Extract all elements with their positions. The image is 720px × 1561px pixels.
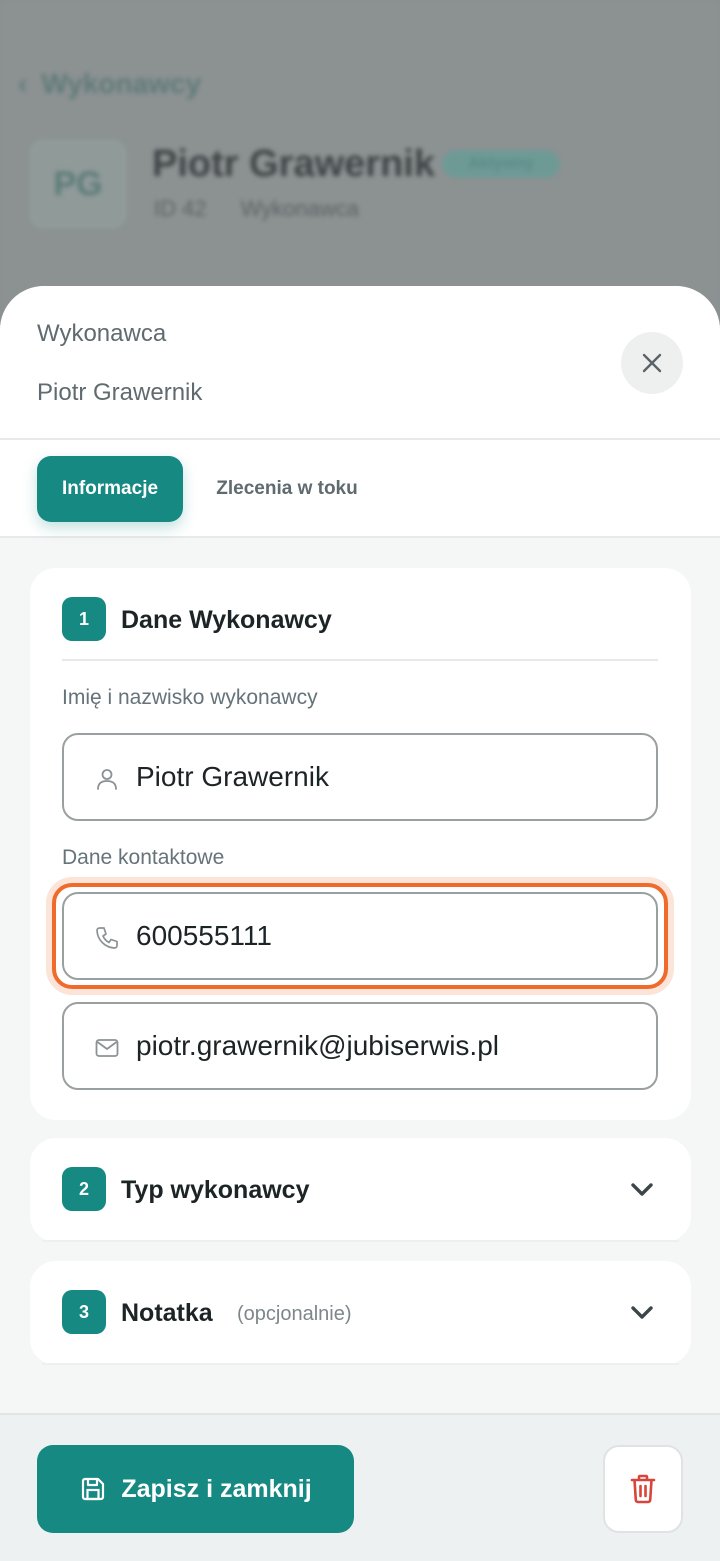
section-title: Typ wykonawcy — [121, 1176, 310, 1204]
user-icon — [97, 769, 117, 790]
name-input[interactable] — [136, 735, 636, 819]
step-number: 3 — [62, 1290, 106, 1334]
name-field[interactable] — [62, 733, 658, 821]
email-input[interactable] — [136, 1004, 636, 1088]
bottom-sheet: Wykonawca Piotr Grawernik Informacje Zle… — [0, 286, 720, 1561]
section-typ-wykonawcy[interactable]: 2 Typ wykonawcy — [30, 1138, 691, 1242]
tab-bar: Informacje Zlecenia w toku — [0, 440, 720, 538]
sheet-name: Piotr Grawernik — [37, 379, 203, 406]
contact-field-label: Dane kontaktowe — [62, 846, 225, 869]
meta-role: Wykonawca — [240, 196, 359, 221]
sheet-header: Wykonawca Piotr Grawernik — [0, 286, 720, 440]
phone-field[interactable] — [62, 892, 658, 980]
back-link: ‹ Wykonawcy — [18, 68, 201, 100]
chevron-down-icon — [631, 1183, 653, 1196]
section-title: Dane Wykonawcy — [121, 606, 332, 634]
tab-zlecenia-w-toku[interactable]: Zlecenia w toku — [196, 456, 378, 522]
trash-icon — [630, 1474, 656, 1504]
section-title: Notatka — [121, 1299, 213, 1327]
save-and-close-button[interactable]: Zapisz i zamknij — [37, 1445, 354, 1533]
delete-button[interactable] — [603, 1445, 683, 1533]
chevron-left-icon: ‹ — [18, 68, 28, 99]
background-meta: ID 42 Wykonawca — [154, 196, 359, 222]
email-field[interactable] — [62, 1002, 658, 1090]
close-icon — [642, 353, 662, 373]
meta-id: ID 42 — [154, 196, 207, 221]
mail-icon — [95, 1039, 119, 1057]
save-icon — [82, 1477, 105, 1501]
phone-icon — [96, 927, 118, 949]
optional-hint: (opcjonalnie) — [237, 1303, 352, 1325]
tab-informacje[interactable]: Informacje — [37, 456, 183, 522]
avatar: PG — [30, 140, 126, 228]
divider — [42, 1363, 679, 1365]
divider — [42, 1240, 679, 1242]
footer-bar: Zapisz i zamknij — [0, 1413, 720, 1561]
background-page: ‹ Wykonawcy PG Piotr Grawernik Aktywny I… — [0, 0, 720, 320]
sheet-label: Wykonawca — [37, 320, 167, 347]
divider — [62, 659, 658, 661]
status-badge: Aktywny — [442, 150, 560, 178]
background-title: Piotr Grawernik — [152, 143, 435, 185]
name-field-label: Imię i nazwisko wykonawcy — [62, 686, 318, 709]
close-button[interactable] — [621, 332, 683, 394]
chevron-down-icon — [631, 1306, 653, 1319]
section-dane-wykonawcy: 1 Dane Wykonawcy Imię i nazwisko wykonaw… — [30, 568, 691, 1120]
phone-input[interactable] — [136, 894, 636, 978]
section-notatka[interactable]: 3 Notatka (opcjonalnie) — [30, 1261, 691, 1365]
back-label: Wykonawcy — [41, 68, 202, 99]
save-label: Zapisz i zamknij — [121, 1474, 312, 1503]
step-number: 1 — [62, 597, 106, 641]
step-number: 2 — [62, 1167, 106, 1211]
